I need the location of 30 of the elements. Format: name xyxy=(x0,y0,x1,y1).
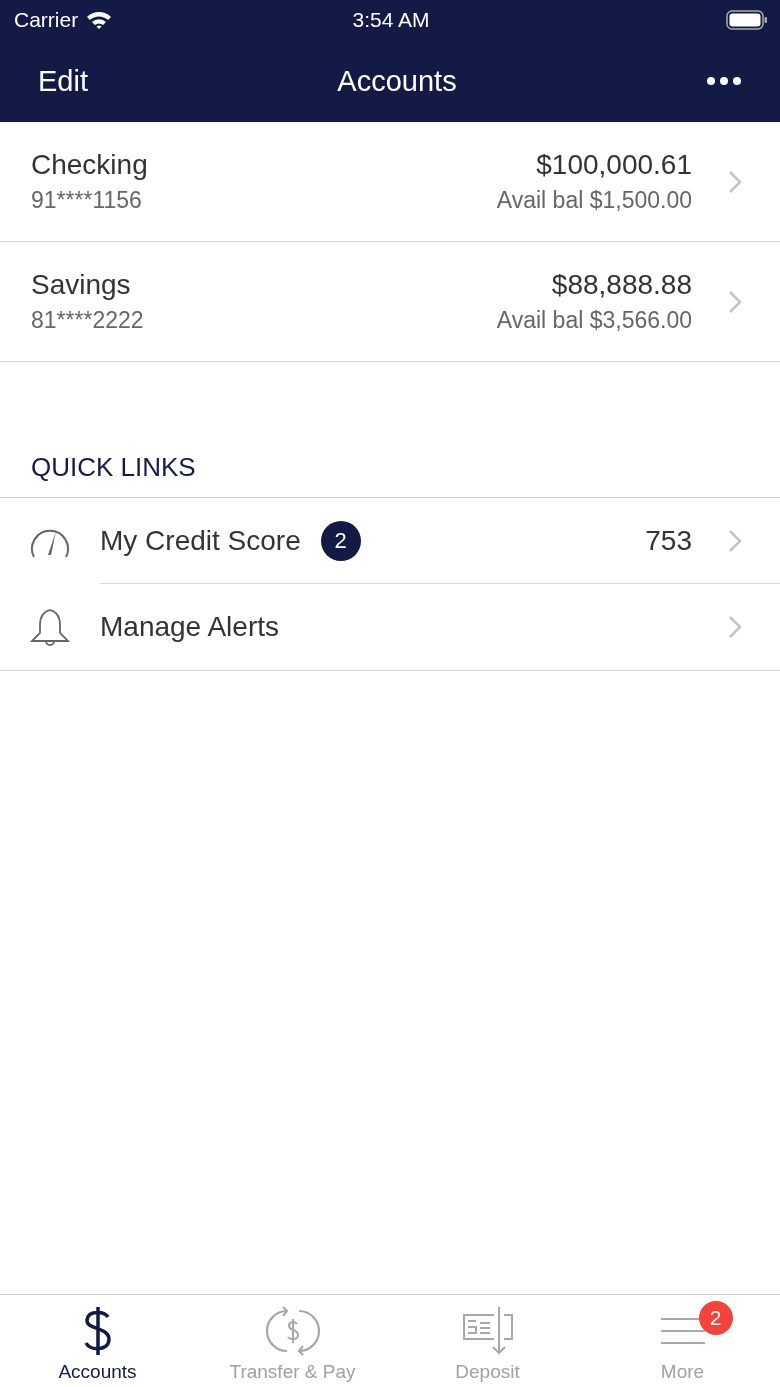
link-label[interactable]: Manage Alerts xyxy=(100,611,279,643)
account-number: 81****2222 xyxy=(31,307,144,334)
count-badge: 2 xyxy=(320,520,361,561)
carrier-label: Carrier xyxy=(14,8,79,32)
edit-button[interactable]: Edit xyxy=(38,64,88,98)
account-balance: $88,888.88 xyxy=(551,269,692,301)
account-name: Checking xyxy=(31,149,148,181)
available-balance: Avail bal $1,500.00 xyxy=(496,187,692,214)
wifi-icon xyxy=(86,10,113,30)
more-icon[interactable] xyxy=(706,76,742,86)
tab[interactable]: More 2 xyxy=(585,1295,780,1387)
available-balance: Avail bal $3,566.00 xyxy=(496,307,692,334)
clock: 3:54 AM xyxy=(352,8,430,32)
chevron-icon xyxy=(728,528,742,553)
notification-badge: 2 xyxy=(698,1301,733,1335)
bell-icon xyxy=(29,607,71,647)
screen-title: Accounts xyxy=(337,64,457,98)
account-number: 91****1156 xyxy=(31,187,142,214)
chevron-icon xyxy=(728,169,742,194)
link-label[interactable]: My Credit Score xyxy=(100,524,301,557)
chevron-icon xyxy=(728,289,742,314)
tab[interactable]: Accounts xyxy=(0,1295,195,1387)
section-heading: QUICK LINKS xyxy=(0,452,780,498)
chevron-icon xyxy=(728,615,742,639)
account-row[interactable]: Checking 91****1156 $100,000.61 Avail bal $1,500.00 xyxy=(0,122,780,242)
score-value: 753 xyxy=(645,524,692,557)
account-name: Savings xyxy=(31,269,131,301)
account-row[interactable]: Savings 81****2222 $88,888.88 Avail bal $3,566.00 xyxy=(0,242,780,361)
battery-icon xyxy=(726,10,768,30)
account-balance: $100,000.61 xyxy=(536,149,692,181)
